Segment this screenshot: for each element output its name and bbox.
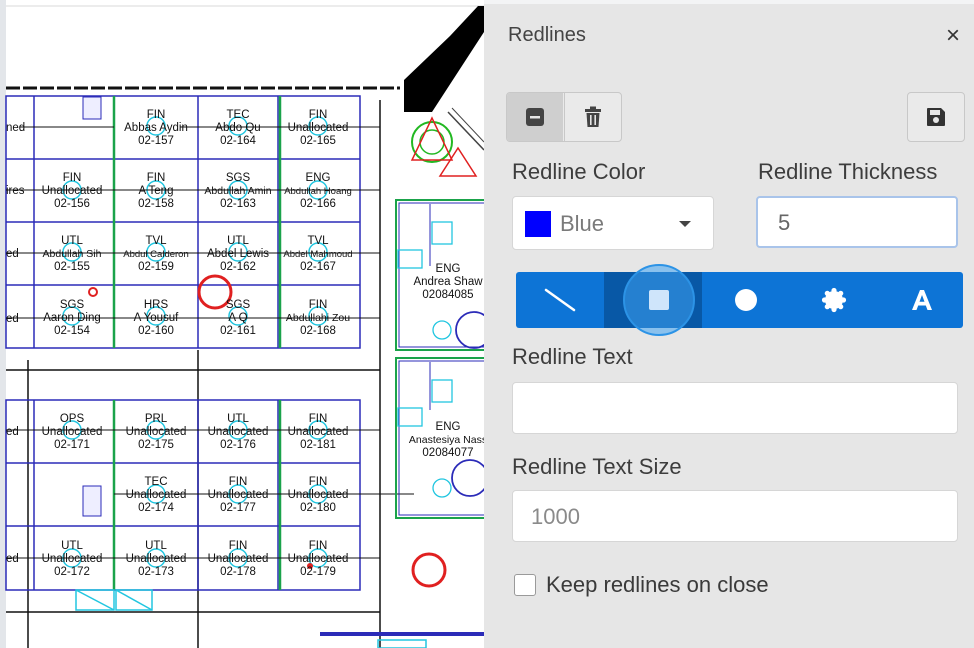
line-tool-button[interactable] xyxy=(516,272,604,328)
minimize-redline-button[interactable] xyxy=(507,93,563,141)
line-icon xyxy=(544,288,576,312)
circle-icon xyxy=(735,289,757,311)
cubicle-label: ed xyxy=(6,426,19,438)
text-a-icon xyxy=(912,290,932,310)
redline-thickness-input[interactable]: 5 xyxy=(756,196,958,248)
redline-text-size-label: Redline Text Size xyxy=(512,454,682,479)
redlines-panel: Redlines × Redline Color Redline Thickne… xyxy=(484,4,974,648)
trash-icon xyxy=(585,106,601,127)
rectangle-tool-button[interactable] xyxy=(604,264,702,336)
chevron-down-icon xyxy=(679,221,691,227)
close-icon[interactable]: × xyxy=(946,22,960,49)
badge-icon xyxy=(821,287,847,313)
redline-toolbar xyxy=(506,92,622,142)
color-swatch xyxy=(525,211,551,237)
minus-square-icon xyxy=(526,108,544,126)
redline-color-select[interactable]: Blue xyxy=(512,196,714,250)
cubicle-label: ned xyxy=(6,122,25,134)
floppy-disk-icon xyxy=(927,108,945,126)
floor-plan-canvas[interactable]: ned FIN Abbas Aydin 02-157 TEC Abdo Qu 02-16… xyxy=(0,0,484,648)
polygon-tool-button[interactable] xyxy=(790,272,878,328)
keep-redlines-label[interactable]: Keep redlines on close xyxy=(546,572,769,598)
text-tool-button[interactable] xyxy=(878,272,966,328)
redline-text-size-input[interactable]: 1000 xyxy=(512,490,958,542)
circle-tool-button[interactable] xyxy=(702,272,790,328)
redline-text-input[interactable] xyxy=(512,382,958,434)
keep-redlines-checkbox[interactable] xyxy=(514,574,536,596)
panel-title: Redlines xyxy=(508,24,586,46)
shape-tool-bar xyxy=(516,264,966,336)
close-button[interactable]: × xyxy=(946,22,960,50)
cubicle-label: ed xyxy=(6,313,19,325)
cubicle-label: ires xyxy=(6,185,25,197)
redline-color-label: Redline Color xyxy=(512,159,646,184)
delete-redlines-button[interactable] xyxy=(564,93,621,141)
square-icon xyxy=(623,264,695,336)
redline-text-label: Redline Text xyxy=(512,344,633,369)
cubicle-label: ed xyxy=(6,248,19,260)
redline-thickness-label: Redline Thickness xyxy=(758,159,938,184)
save-redlines-button[interactable] xyxy=(907,92,965,142)
cubicle-label: ed xyxy=(6,553,19,565)
color-select-value: Blue xyxy=(560,211,605,236)
